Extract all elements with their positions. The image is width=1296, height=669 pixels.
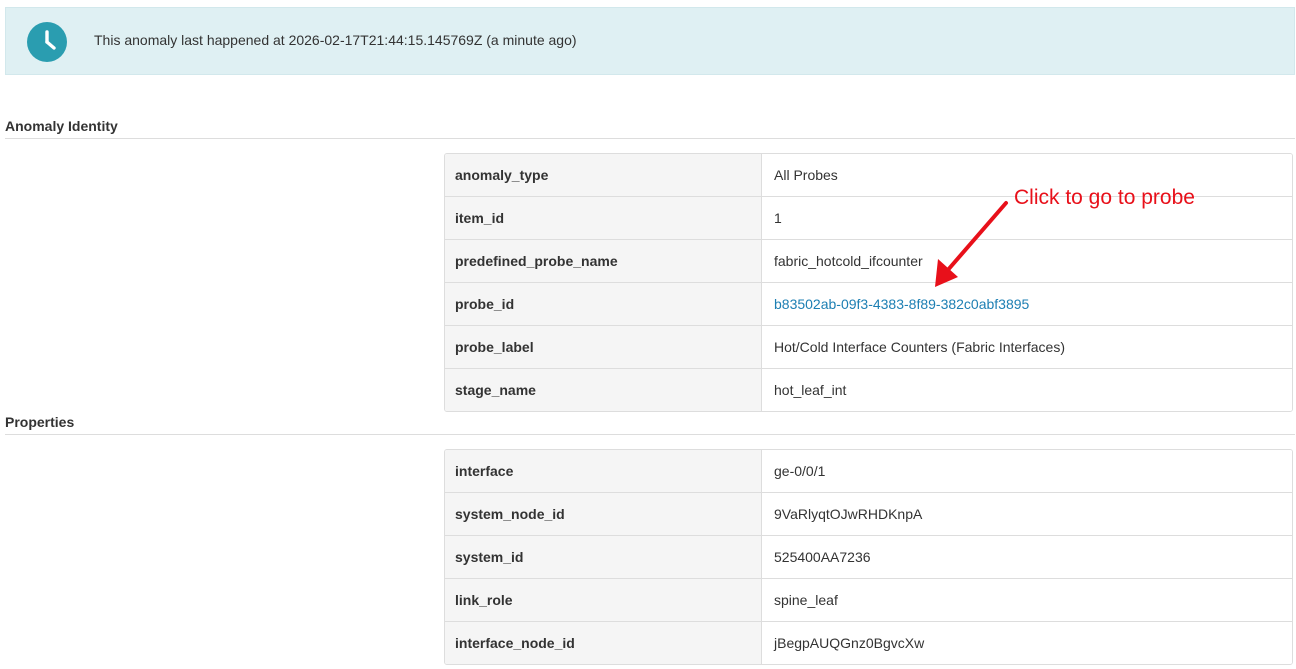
table-row: probe_label Hot/Cold Interface Counters … <box>445 325 1292 368</box>
row-key: interface <box>445 450 762 492</box>
row-key: interface_node_id <box>445 622 762 664</box>
table-row: probe_id b83502ab-09f3-4383-8f89-382c0ab… <box>445 282 1292 325</box>
row-value: 9VaRlyqtOJwRHDKnpA <box>762 493 1292 535</box>
section-title-anomaly-identity: Anomaly Identity <box>5 118 118 134</box>
table-row: predefined_probe_name fabric_hotcold_ifc… <box>445 239 1292 282</box>
row-value: jBegpAUQGnz0BgvcXw <box>762 622 1292 664</box>
section-divider <box>5 138 1295 139</box>
row-key: item_id <box>445 197 762 239</box>
section-title-properties: Properties <box>5 414 75 430</box>
row-value: fabric_hotcold_ifcounter <box>762 240 1292 282</box>
row-value: b83502ab-09f3-4383-8f89-382c0abf3895 <box>762 283 1292 325</box>
row-key: system_node_id <box>445 493 762 535</box>
properties-table: interface ge-0/0/1 system_node_id 9VaRly… <box>444 449 1293 665</box>
row-key: system_id <box>445 536 762 578</box>
row-key: anomaly_type <box>445 154 762 196</box>
table-row: link_role spine_leaf <box>445 578 1292 621</box>
clock-icon <box>27 22 67 62</box>
row-value: spine_leaf <box>762 579 1292 621</box>
table-row: system_id 525400AA7236 <box>445 535 1292 578</box>
table-row: interface_node_id jBegpAUQGnz0BgvcXw <box>445 621 1292 664</box>
table-row: stage_name hot_leaf_int <box>445 368 1292 411</box>
last-happened-banner: This anomaly last happened at 2026-02-17… <box>5 7 1295 75</box>
row-key: probe_label <box>445 326 762 368</box>
row-key: probe_id <box>445 283 762 325</box>
row-key: predefined_probe_name <box>445 240 762 282</box>
row-value: ge-0/0/1 <box>762 450 1292 492</box>
section-divider <box>5 434 1295 435</box>
row-value: hot_leaf_int <box>762 369 1292 411</box>
annotation-callout: Click to go to probe <box>1014 186 1195 209</box>
banner-text: This anomaly last happened at 2026-02-17… <box>94 32 577 48</box>
anomaly-details-page: This anomaly last happened at 2026-02-17… <box>0 0 1296 669</box>
table-row: interface ge-0/0/1 <box>445 450 1292 492</box>
row-value: Hot/Cold Interface Counters (Fabric Inte… <box>762 326 1292 368</box>
row-key: stage_name <box>445 369 762 411</box>
row-key: link_role <box>445 579 762 621</box>
row-value: 525400AA7236 <box>762 536 1292 578</box>
probe-id-link[interactable]: b83502ab-09f3-4383-8f89-382c0abf3895 <box>774 296 1029 312</box>
table-row: system_node_id 9VaRlyqtOJwRHDKnpA <box>445 492 1292 535</box>
annotation-arrow-icon <box>935 201 1008 287</box>
